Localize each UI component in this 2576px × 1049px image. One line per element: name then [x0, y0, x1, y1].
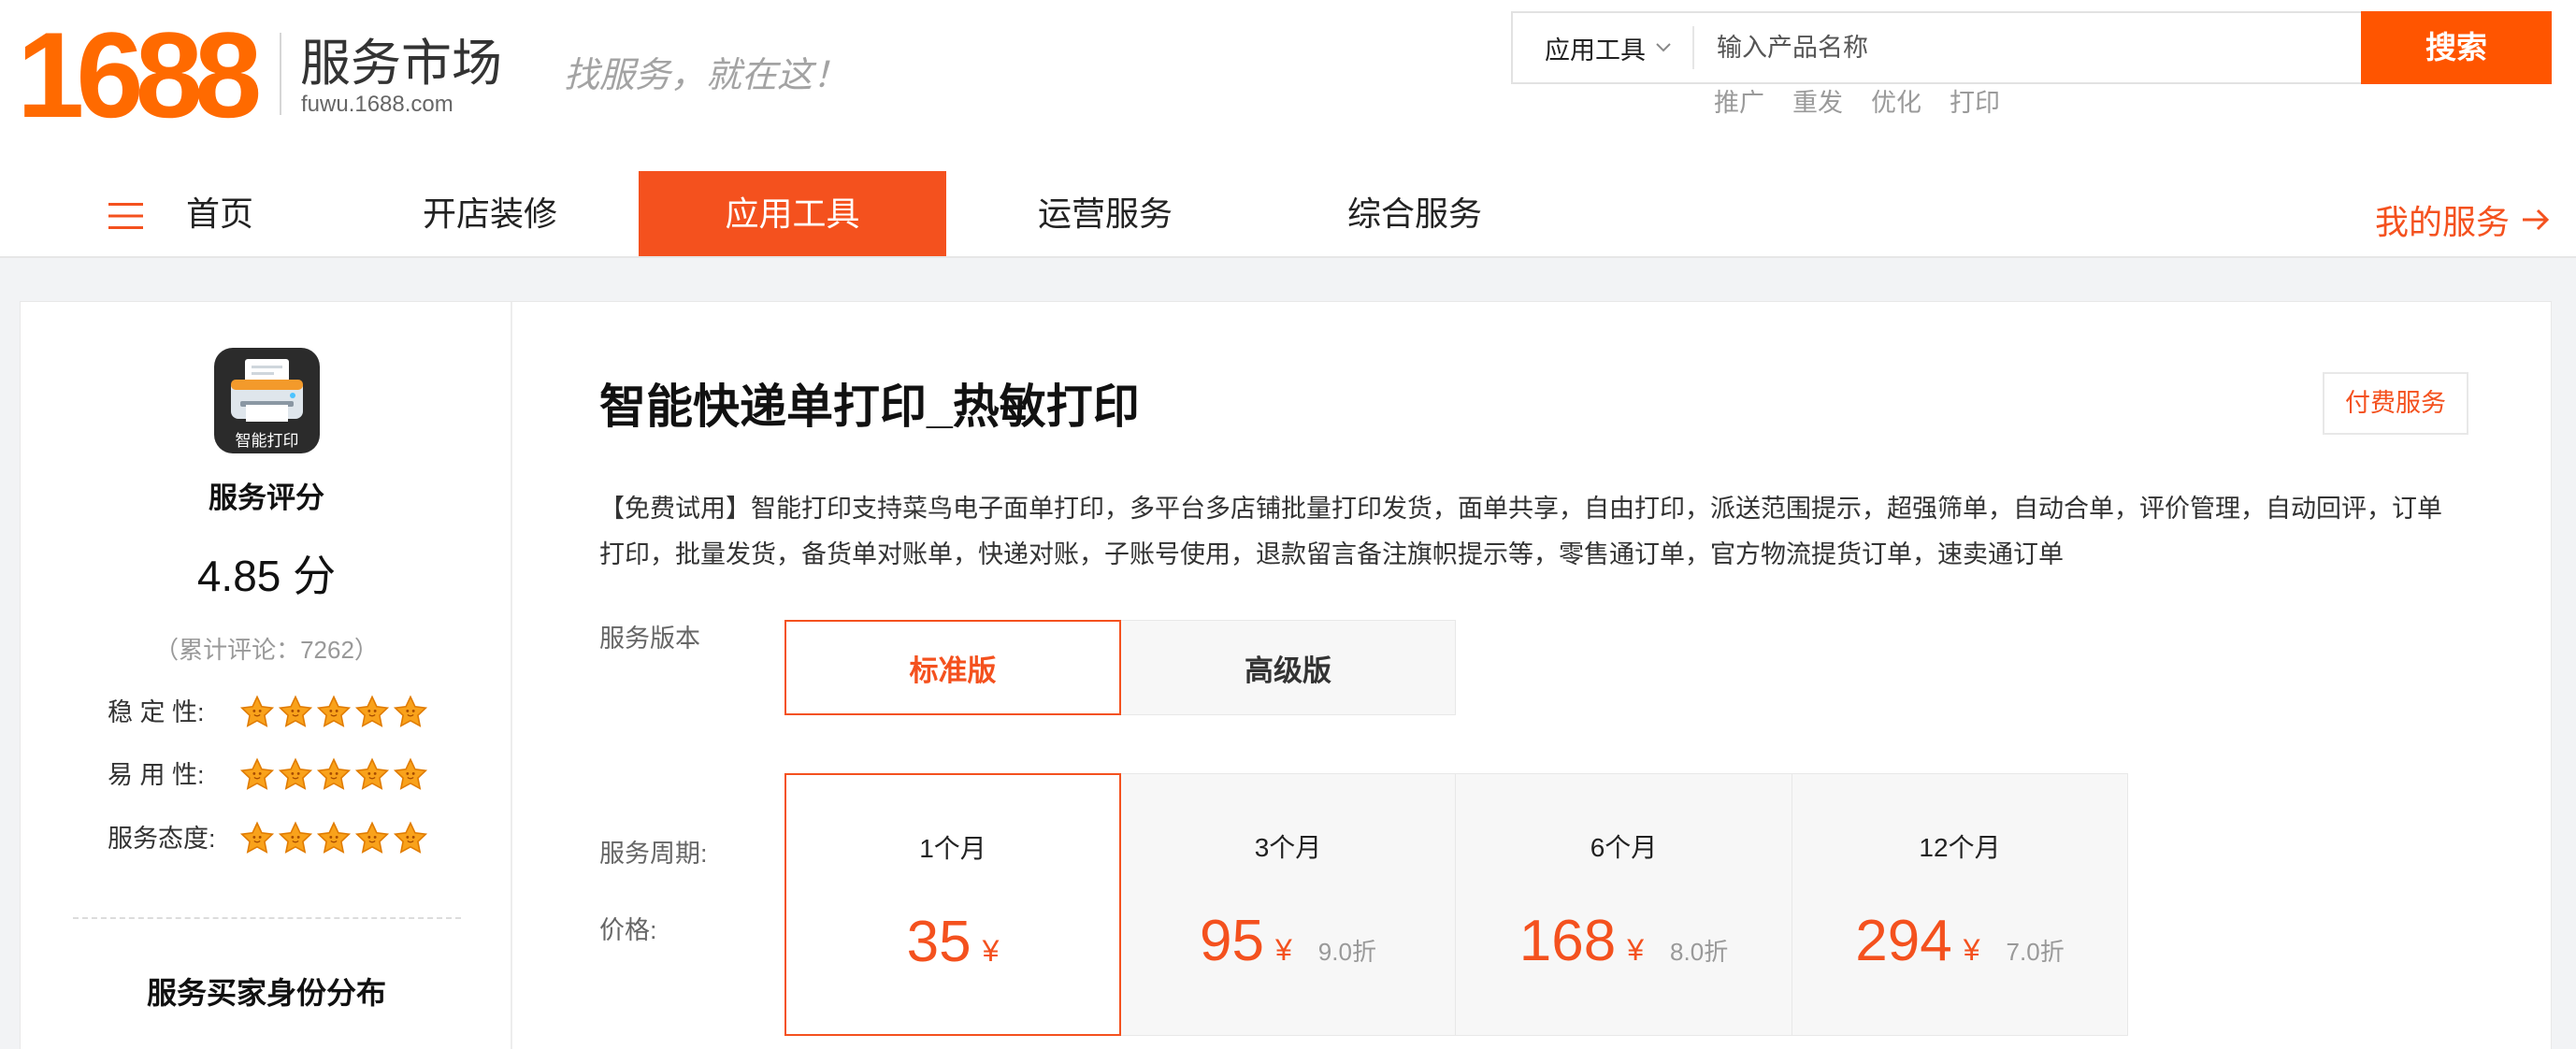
version-option-standard[interactable]: 标准版 — [784, 620, 1121, 715]
nav-item-shop-decoration[interactable]: 开店装修 — [423, 171, 557, 256]
period-option-12-months[interactable]: 12个月 294 ¥ 7.0折 — [1792, 773, 2128, 1036]
currency-symbol: ¥ — [1275, 933, 1292, 967]
arrow-right-icon — [2523, 208, 2550, 230]
discount-label: 8.0折 — [1670, 938, 1729, 966]
star-icon — [354, 821, 390, 856]
star-icon — [239, 757, 275, 793]
star-rating — [239, 695, 428, 730]
period-name: 6个月 — [1590, 833, 1658, 862]
hot-word[interactable]: 打印 — [1950, 89, 2000, 117]
star-icon — [354, 695, 390, 730]
period-option-1-month[interactable]: 1个月 35 ¥ — [784, 773, 1121, 1036]
buyer-distribution-title: 服务买家身份分布 — [146, 976, 386, 1010]
price-value: 95 — [1200, 909, 1264, 973]
price-label: 价格: — [599, 916, 657, 944]
price-value: 294 — [1855, 909, 1952, 973]
version-label: 服务版本 — [599, 625, 700, 653]
period-option-3-months[interactable]: 3个月 95 ¥ 9.0折 — [1120, 773, 1456, 1036]
search-category-dropdown[interactable]: 应用工具 — [1545, 13, 1672, 82]
star-icon — [393, 821, 428, 856]
search-button[interactable]: 搜索 — [2361, 11, 2552, 84]
period-name: 12个月 — [1919, 833, 2001, 862]
rating-sidebar: 智能打印 服务评分 4.85 分 （累计评论：7262） 稳 定 性: 易 用 … — [21, 302, 512, 1049]
discount-label: 7.0折 — [2006, 938, 2065, 966]
star-icon — [393, 695, 428, 730]
menu-icon[interactable] — [108, 202, 143, 230]
hot-word[interactable]: 推广 — [1714, 89, 1764, 117]
star-icon — [278, 695, 313, 730]
logo-divider — [280, 33, 281, 115]
nav-item-app-tools[interactable]: 应用工具 — [639, 171, 946, 256]
rating-row-service-attitude: 服务态度: — [108, 820, 500, 857]
star-icon — [239, 695, 275, 730]
hot-word[interactable]: 重发 — [1792, 89, 1843, 117]
my-services-label: 我的服务 — [2375, 202, 2511, 241]
chevron-down-icon — [1656, 43, 1671, 52]
nav-item-general-services[interactable]: 综合服务 — [1347, 171, 1482, 256]
star-icon — [316, 695, 352, 730]
nav-item-operation-services[interactable]: 运营服务 — [1038, 171, 1173, 256]
site-header: 1688 服务市场 fuwu.1688.com 找服务，就在这！ 应用工具 搜索… — [0, 0, 2576, 258]
price-row: 168 ¥ 8.0折 — [1456, 909, 1792, 974]
sidebar-divider — [73, 917, 461, 919]
rating-score: 4.85 分 — [196, 552, 337, 600]
rating-label: 服务态度: — [108, 825, 216, 853]
currency-symbol: ¥ — [982, 934, 1000, 968]
site-name[interactable]: 服务市场 — [300, 34, 502, 93]
review-count: （累计评论：7262） — [154, 636, 379, 664]
hot-word[interactable]: 优化 — [1871, 89, 1921, 117]
search-box: 应用工具 — [1511, 11, 2371, 84]
rating-label: 稳 定 性: — [108, 698, 205, 726]
version-option-advanced[interactable]: 高级版 — [1120, 620, 1456, 715]
rating-label: 易 用 性: — [108, 761, 205, 789]
my-services-link[interactable]: 我的服务 — [2375, 177, 2551, 262]
hot-words: 推广 重发 优化 打印 — [1714, 89, 2000, 117]
rating-row-usability: 易 用 性: — [108, 756, 500, 794]
discount-label: 9.0折 — [1317, 938, 1376, 966]
site-url: fuwu.1688.com — [301, 92, 453, 117]
currency-symbol: ¥ — [1963, 933, 1980, 967]
product-title: 智能快递单打印_热敏打印 — [599, 381, 1140, 433]
star-rating — [239, 821, 428, 856]
currency-symbol: ¥ — [1627, 933, 1645, 967]
product-panel: 智能打印 服务评分 4.85 分 （累计评论：7262） 稳 定 性: 易 用 … — [20, 301, 2552, 1049]
price-row: 35 ¥ — [786, 910, 1119, 975]
site-logo[interactable]: 1688 — [17, 14, 262, 136]
price-value: 35 — [906, 910, 971, 974]
search-category-label: 应用工具 — [1545, 36, 1646, 65]
nav-item-home[interactable]: 首页 — [186, 171, 253, 256]
star-icon — [316, 821, 352, 856]
rating-row-stability: 稳 定 性: — [108, 694, 500, 731]
star-icon — [393, 757, 428, 793]
star-icon — [278, 757, 313, 793]
search-input[interactable] — [1715, 13, 2351, 82]
search-divider — [1692, 26, 1694, 69]
star-icon — [354, 757, 390, 793]
star-icon — [316, 757, 352, 793]
price-row: 294 ¥ 7.0折 — [1792, 909, 2127, 974]
period-option-6-months[interactable]: 6个月 168 ¥ 8.0折 — [1455, 773, 1792, 1036]
price-value: 168 — [1518, 909, 1617, 973]
star-icon — [239, 821, 275, 856]
main-nav: 首页 开店装修 应用工具 运营服务 综合服务 — [0, 171, 2576, 256]
printer-icon: 智能打印 — [214, 348, 320, 453]
star-rating — [239, 757, 428, 793]
paid-service-badge: 付费服务 — [2323, 372, 2468, 435]
period-name: 1个月 — [919, 834, 986, 863]
period-name: 3个月 — [1254, 833, 1322, 862]
price-row: 95 ¥ 9.0折 — [1121, 909, 1455, 974]
app-icon-label: 智能打印 — [235, 432, 299, 450]
product-description: 【免费试用】智能打印支持菜鸟电子面单打印，多平台多店铺批量打印发货，面单共享，自… — [599, 495, 2442, 568]
period-label: 服务周期: — [599, 840, 708, 868]
slogan: 找服务，就在这！ — [564, 54, 849, 95]
rating-title: 服务评分 — [209, 481, 324, 514]
star-icon — [278, 821, 313, 856]
